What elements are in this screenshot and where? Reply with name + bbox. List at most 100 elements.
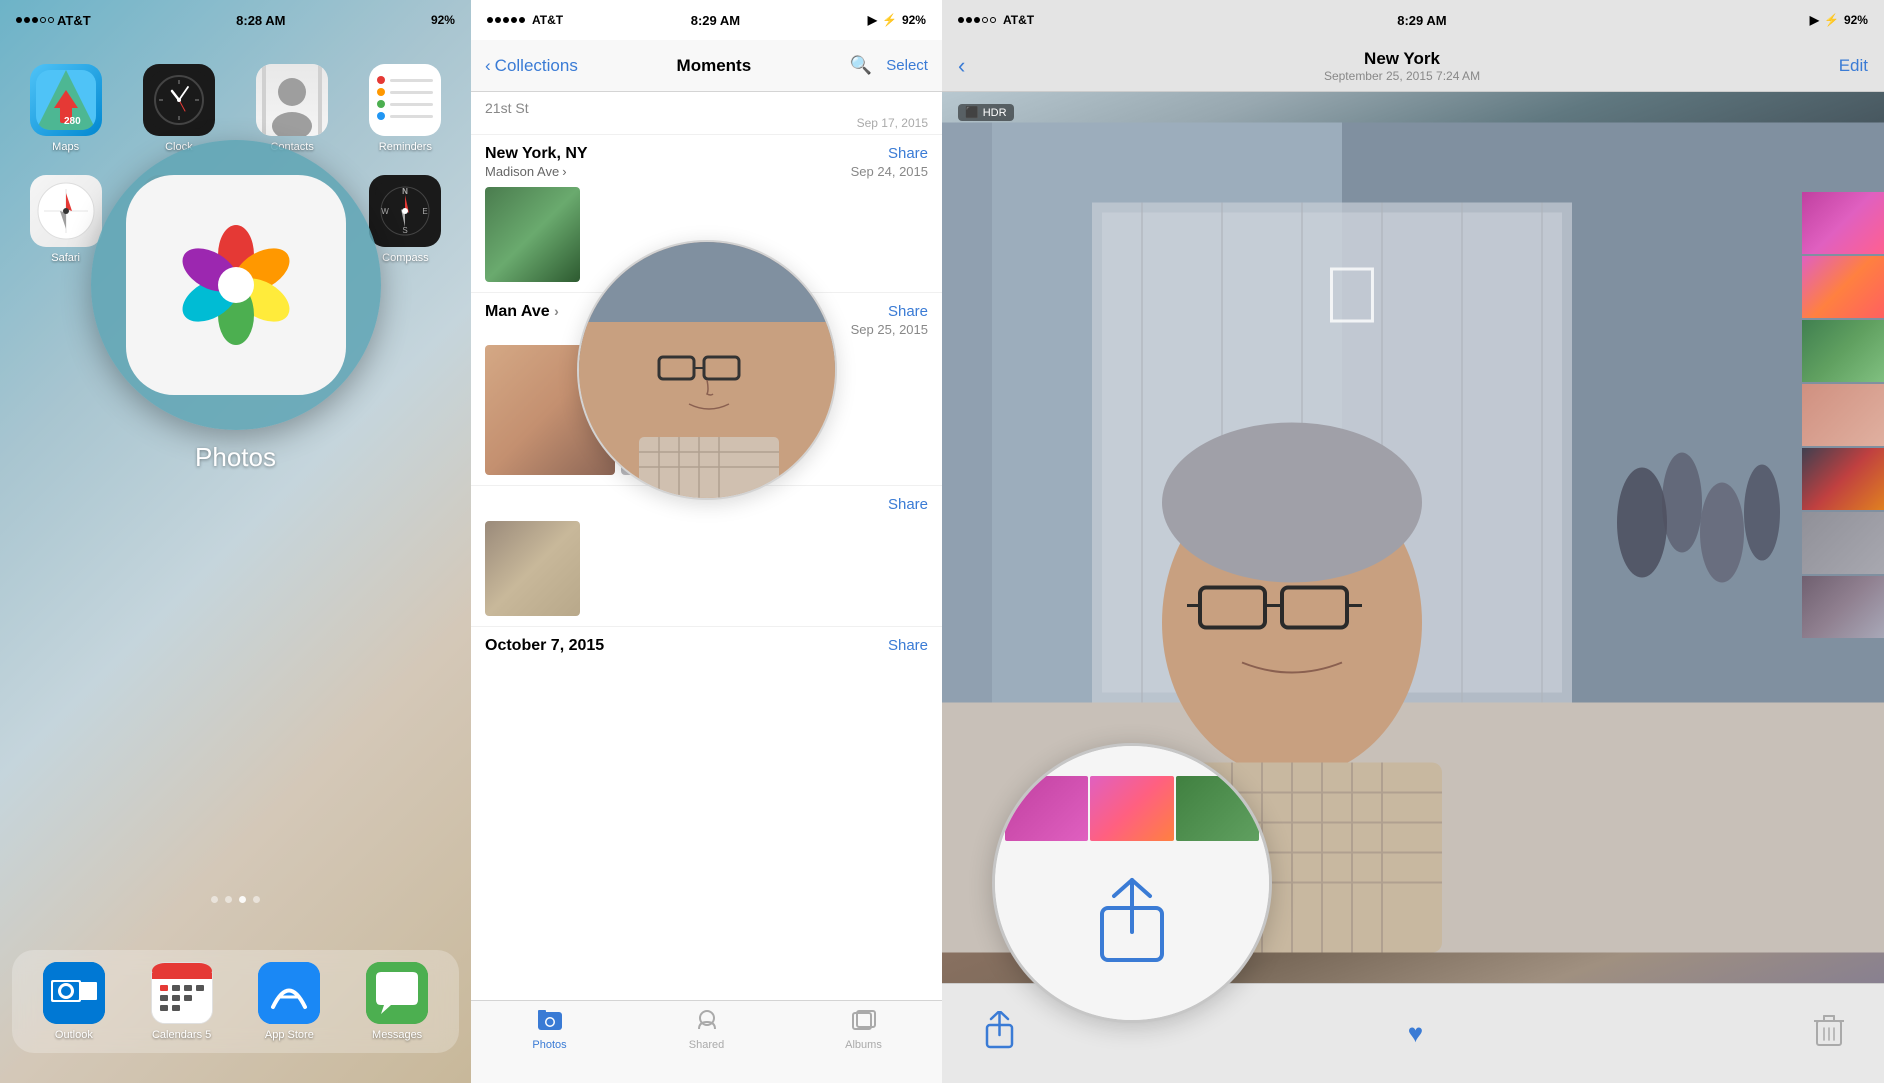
signal-dot <box>16 17 22 23</box>
dock-calendars[interactable]: Calendars 5 <box>151 962 213 1041</box>
moment-meta-1: Share Sep 24, 2015 <box>851 145 928 179</box>
favorite-button[interactable]: ♥ <box>1408 1018 1423 1049</box>
strip-thumb-5[interactable] <box>1802 448 1884 510</box>
signal-dots-2 <box>487 17 525 23</box>
select-button[interactable]: Select <box>886 57 928 74</box>
panel-photo-detail: AT&T 8:29 AM ▶ ⚡ 92% ‹ New York Septembe… <box>942 0 1884 1083</box>
sb-left-1: AT&T <box>16 13 91 28</box>
strip-thumb-2[interactable] <box>1802 256 1884 318</box>
status-bar-2: AT&T 8:29 AM ▶ ⚡ 92% <box>471 0 942 40</box>
chevron-left-icon: ‹ <box>485 56 491 76</box>
signal-dot <box>24 17 30 23</box>
share-btn-2[interactable]: Share <box>851 303 928 320</box>
svg-text:S: S <box>403 226 408 235</box>
svg-text:280: 280 <box>64 116 81 127</box>
nav-bar-2: ‹ Collections Moments 🔍 Select <box>471 40 942 92</box>
reminders-label: Reminders <box>379 141 432 153</box>
date-1: Sep 24, 2015 <box>851 164 928 179</box>
search-icon[interactable]: 🔍 <box>850 55 872 76</box>
battery-label: 92% <box>431 13 455 27</box>
photos-zoom-container[interactable]: Photos <box>91 140 381 473</box>
panel-photos-moments: AT&T 8:29 AM ▶ ⚡ 92% ‹ Collections Momen… <box>471 0 942 1083</box>
photos-icon-large <box>126 175 346 395</box>
share-button[interactable] <box>982 1011 1017 1056</box>
zoom-thumb-2 <box>1090 776 1173 841</box>
contacts-icon <box>256 64 328 136</box>
strip-thumb-3[interactable] <box>1802 320 1884 382</box>
strip-thumb-1[interactable] <box>1802 192 1884 254</box>
edit-button[interactable]: Edit <box>1839 56 1868 76</box>
zoom-thumb-1 <box>1005 776 1088 841</box>
delete-button[interactable] <box>1814 1014 1844 1053</box>
strip-thumb-7[interactable] <box>1802 576 1884 638</box>
svg-text:N: N <box>402 187 408 196</box>
hdr-label: HDR <box>983 107 1007 119</box>
messages-icon <box>366 962 428 1024</box>
photo-title: New York <box>1324 49 1480 69</box>
sublocation-1: Madison Ave › <box>485 164 588 179</box>
status-bar-3: AT&T 8:29 AM ▶ ⚡ 92% <box>942 0 1884 40</box>
sb-left-2: AT&T <box>487 13 563 27</box>
signal-dot <box>503 17 509 23</box>
dock-outlook[interactable]: Outlook <box>43 962 105 1041</box>
moments-title: Moments <box>677 56 752 76</box>
nav-right-2: 🔍 Select <box>850 55 928 76</box>
strip-thumb-4[interactable] <box>1802 384 1884 446</box>
zoom-selfie-bg <box>579 242 835 498</box>
photo-subtitle: September 25, 2015 7:24 AM <box>1324 69 1480 83</box>
page-dot <box>253 896 260 903</box>
back-button-3[interactable]: ‹ <box>958 53 965 79</box>
thumbnail-strip <box>1802 192 1884 638</box>
maps-icon: 280 <box>30 64 102 136</box>
sb-right-2: ▶ ⚡ 92% <box>868 13 926 27</box>
sb-right-3: ▶ ⚡ 92% <box>1810 13 1868 27</box>
calendars-label: Calendars 5 <box>152 1029 211 1041</box>
collections-back-button[interactable]: ‹ Collections <box>485 56 578 76</box>
clock-icon <box>143 64 215 136</box>
page-dots <box>0 896 471 903</box>
signal-dot <box>958 17 964 23</box>
page-dot <box>225 896 232 903</box>
photos-tab-icon <box>537 1009 563 1036</box>
zoom-thumb-3 <box>1176 776 1259 841</box>
photo-thumb-drum[interactable] <box>485 521 580 616</box>
appstore-icon <box>258 962 320 1024</box>
strip-thumb-6[interactable] <box>1802 512 1884 574</box>
moment-meta-3: Share <box>888 496 928 513</box>
dock-messages[interactable]: Messages <box>366 962 428 1041</box>
location-2: Man Ave › <box>485 303 559 321</box>
moment-extra: Share <box>471 486 942 627</box>
tab-shared[interactable]: Shared <box>628 1009 785 1051</box>
signal-dot <box>966 17 972 23</box>
tab-albums-label: Albums <box>845 1039 882 1051</box>
dock-appstore[interactable]: App Store <box>258 962 320 1041</box>
status-bar-1: AT&T 8:28 AM 92% <box>0 0 471 40</box>
zoom-circle-3 <box>992 743 1272 1023</box>
signal-dot <box>974 17 980 23</box>
battery-3: 92% <box>1844 13 1868 27</box>
app-grid: 280 Maps <box>0 44 471 153</box>
collections-label: Collections <box>495 56 578 76</box>
tab-albums[interactable]: Albums <box>785 1009 942 1051</box>
tab-shared-label: Shared <box>689 1039 724 1051</box>
share-btn-1[interactable]: Share <box>851 145 928 162</box>
svg-text:W: W <box>382 207 390 216</box>
share-btn-3[interactable]: Share <box>888 496 928 513</box>
page-dot <box>211 896 218 903</box>
photo-thumb[interactable] <box>485 187 580 282</box>
tab-photos[interactable]: Photos <box>471 1009 628 1051</box>
moment-header-4: October 7, 2015 Share <box>485 637 928 655</box>
battery-2: 92% <box>902 13 926 27</box>
safari-label: Safari <box>51 252 80 264</box>
chevron-right-icon: › <box>562 164 566 179</box>
date-2: Sep 25, 2015 <box>851 322 928 337</box>
share-btn-4[interactable]: Share <box>888 637 928 654</box>
sb-right-1: 92% <box>431 13 455 27</box>
chevron-right-icon-2: › <box>554 303 559 319</box>
messages-label: Messages <box>372 1029 422 1041</box>
zoom-circle-2 <box>577 240 837 500</box>
location-1: New York, NY <box>485 145 588 163</box>
chevron-left-icon-3: ‹ <box>958 53 965 79</box>
signal-dot <box>511 17 517 23</box>
sb-left-3: AT&T <box>958 13 1034 27</box>
